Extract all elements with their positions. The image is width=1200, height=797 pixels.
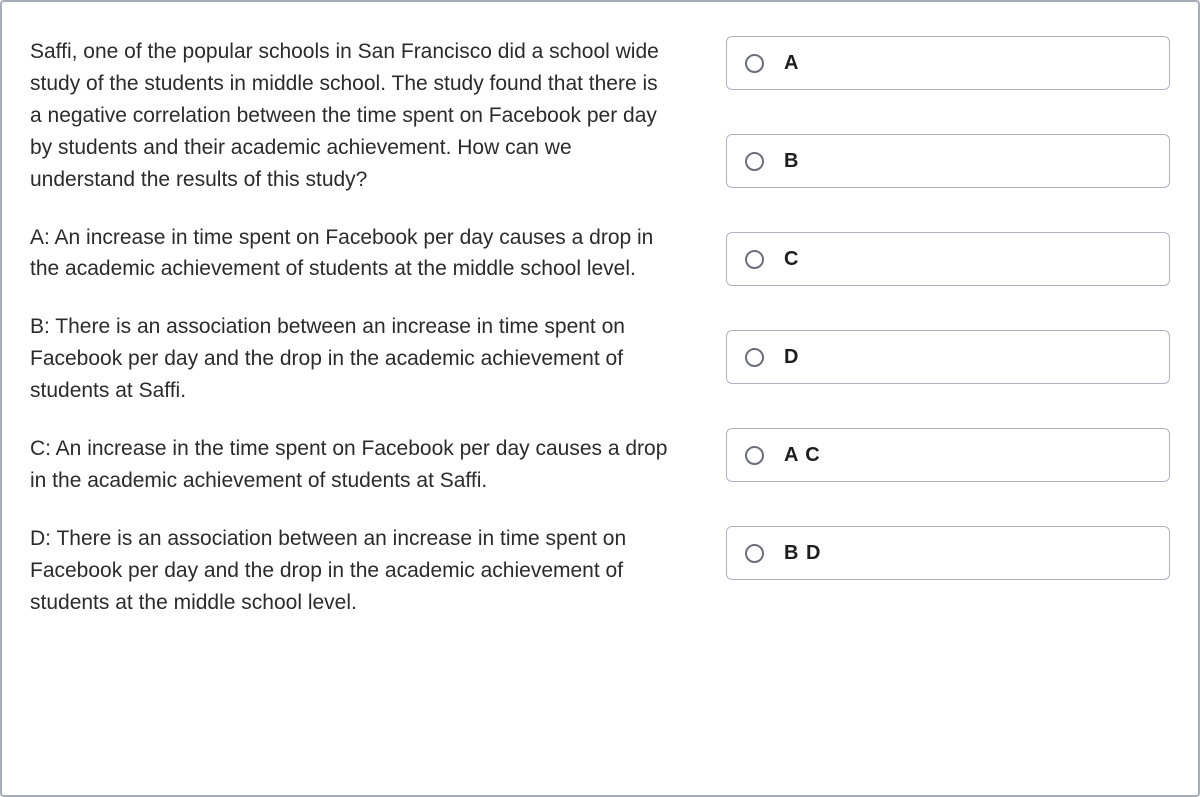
radio-icon: [745, 250, 764, 269]
statement-d: D: There is an association between an in…: [30, 523, 670, 619]
answer-choice-label: C: [784, 248, 799, 271]
answer-choice-ac[interactable]: A C: [726, 428, 1170, 482]
answer-choice-bd[interactable]: B D: [726, 526, 1170, 580]
question-prompt: Saffi, one of the popular schools in San…: [30, 36, 670, 196]
answer-choice-c[interactable]: C: [726, 232, 1170, 286]
answer-choice-label: A: [784, 52, 799, 75]
radio-icon: [745, 54, 764, 73]
answer-choice-d[interactable]: D: [726, 330, 1170, 384]
answer-choice-b[interactable]: B: [726, 134, 1170, 188]
answer-choice-label: B D: [784, 542, 821, 565]
answer-choice-label: D: [784, 346, 799, 369]
answer-choice-a[interactable]: A: [726, 36, 1170, 90]
answer-choice-label: B: [784, 150, 799, 173]
radio-icon: [745, 152, 764, 171]
answer-choice-label: A C: [784, 444, 821, 467]
radio-icon: [745, 446, 764, 465]
statement-a: A: An increase in time spent on Facebook…: [30, 222, 670, 286]
statement-b: B: There is an association between an in…: [30, 311, 670, 407]
radio-icon: [745, 544, 764, 563]
question-text-column: Saffi, one of the popular schools in San…: [30, 36, 670, 767]
answer-choices-column: A B C D A C B D: [726, 36, 1170, 767]
statement-c: C: An increase in the time spent on Face…: [30, 433, 670, 497]
radio-icon: [745, 348, 764, 367]
question-card: Saffi, one of the popular schools in San…: [0, 0, 1200, 797]
